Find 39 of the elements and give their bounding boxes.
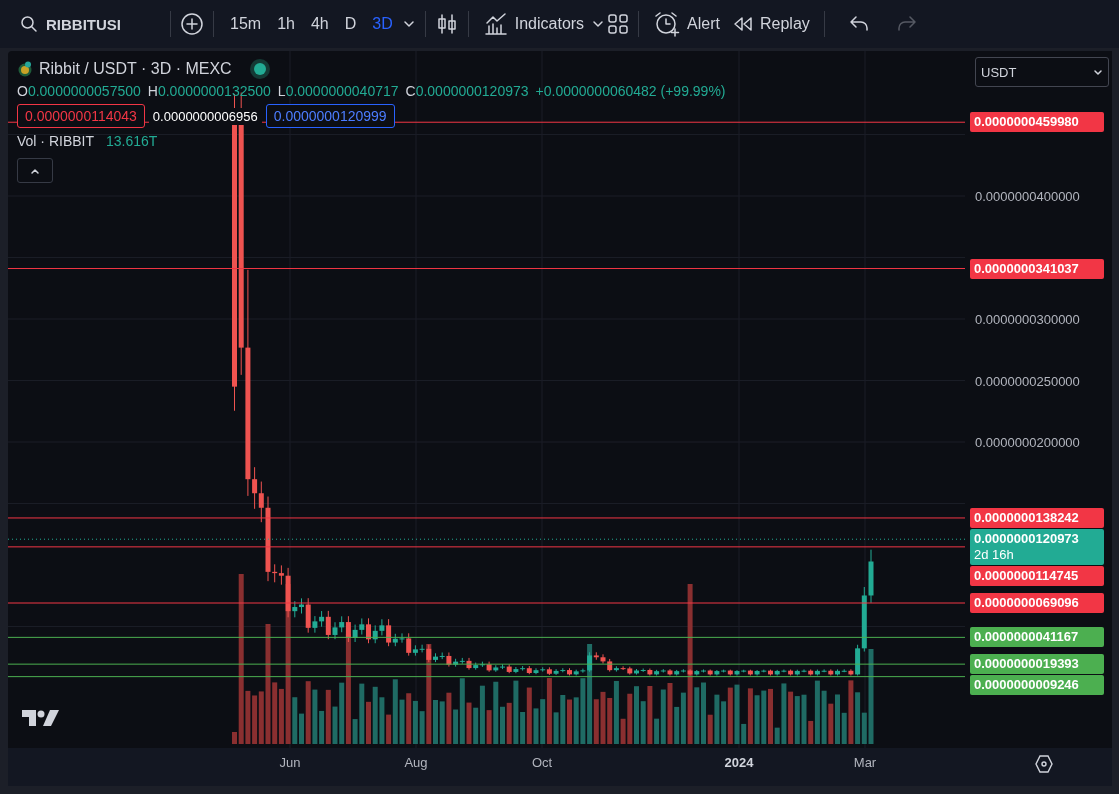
buy-button[interactable]: 0.0000000120999 xyxy=(265,104,395,128)
timeframe-tab[interactable]: 4h xyxy=(302,15,337,33)
price-label: 0.0000000041167 xyxy=(970,627,1104,648)
price-tick: 0.0000000400000 xyxy=(975,188,1080,204)
price-tick: 0.0000000250000 xyxy=(975,373,1080,388)
symbol-search[interactable]: RIBBITUSI xyxy=(14,7,162,41)
replay-button[interactable]: Replay xyxy=(726,7,816,41)
ohlc-value: O0.0000000057500 xyxy=(17,83,141,99)
sell-button[interactable]: 0.0000000114043 xyxy=(17,104,145,128)
price-label: 0.0000000069096 xyxy=(970,593,1104,613)
price-change: +0.0000000060482 (+99.99%) xyxy=(535,83,726,99)
price-tick: 0.0000000300000 xyxy=(975,311,1080,327)
ohlc-value: H0.0000000132500 xyxy=(147,83,271,99)
volume-label: Vol · RIBBIT xyxy=(17,133,95,149)
time-label: 2024 xyxy=(724,755,754,770)
price-label: 0.0000000341037 xyxy=(970,258,1104,279)
timeframe-tab[interactable]: 1h xyxy=(269,15,303,33)
time-label: Jun xyxy=(279,755,301,770)
time-label: Aug xyxy=(404,755,428,770)
timeframe-tab[interactable]: 3D xyxy=(364,15,401,33)
ohlc-value: L0.0000000040717 xyxy=(277,83,399,99)
chart-title: Ribbit / USDT · 3D · MEXC xyxy=(39,60,232,78)
volume-value: 13.616T xyxy=(106,133,158,149)
price-label: 0.0000000019393 xyxy=(970,654,1104,675)
price-label: 0.0000000009246 xyxy=(970,675,1104,696)
time-label: Oct xyxy=(531,755,553,770)
time-label: Mar xyxy=(853,755,877,770)
price-label: 0.0000000138242 xyxy=(970,507,1104,528)
price-tick: 0.0000000200000 xyxy=(975,434,1080,450)
timeframe-tab[interactable]: 15m xyxy=(222,15,270,33)
price-label: 0.0000000120973 2d 16h xyxy=(970,529,1104,566)
alert-button[interactable]: Alert xyxy=(647,7,726,41)
timeframe-tab[interactable]: D xyxy=(336,15,365,33)
spread-value: 0.0000000006956 xyxy=(148,107,262,125)
currency-select[interactable]: USDT xyxy=(975,57,1109,87)
ohlc-value: C0.0000000120973 xyxy=(405,83,529,99)
price-label: 0.0000000459980 xyxy=(970,112,1104,133)
indicators-button[interactable]: Indicators xyxy=(476,7,591,41)
price-label: 0.0000000114745 xyxy=(970,566,1104,587)
